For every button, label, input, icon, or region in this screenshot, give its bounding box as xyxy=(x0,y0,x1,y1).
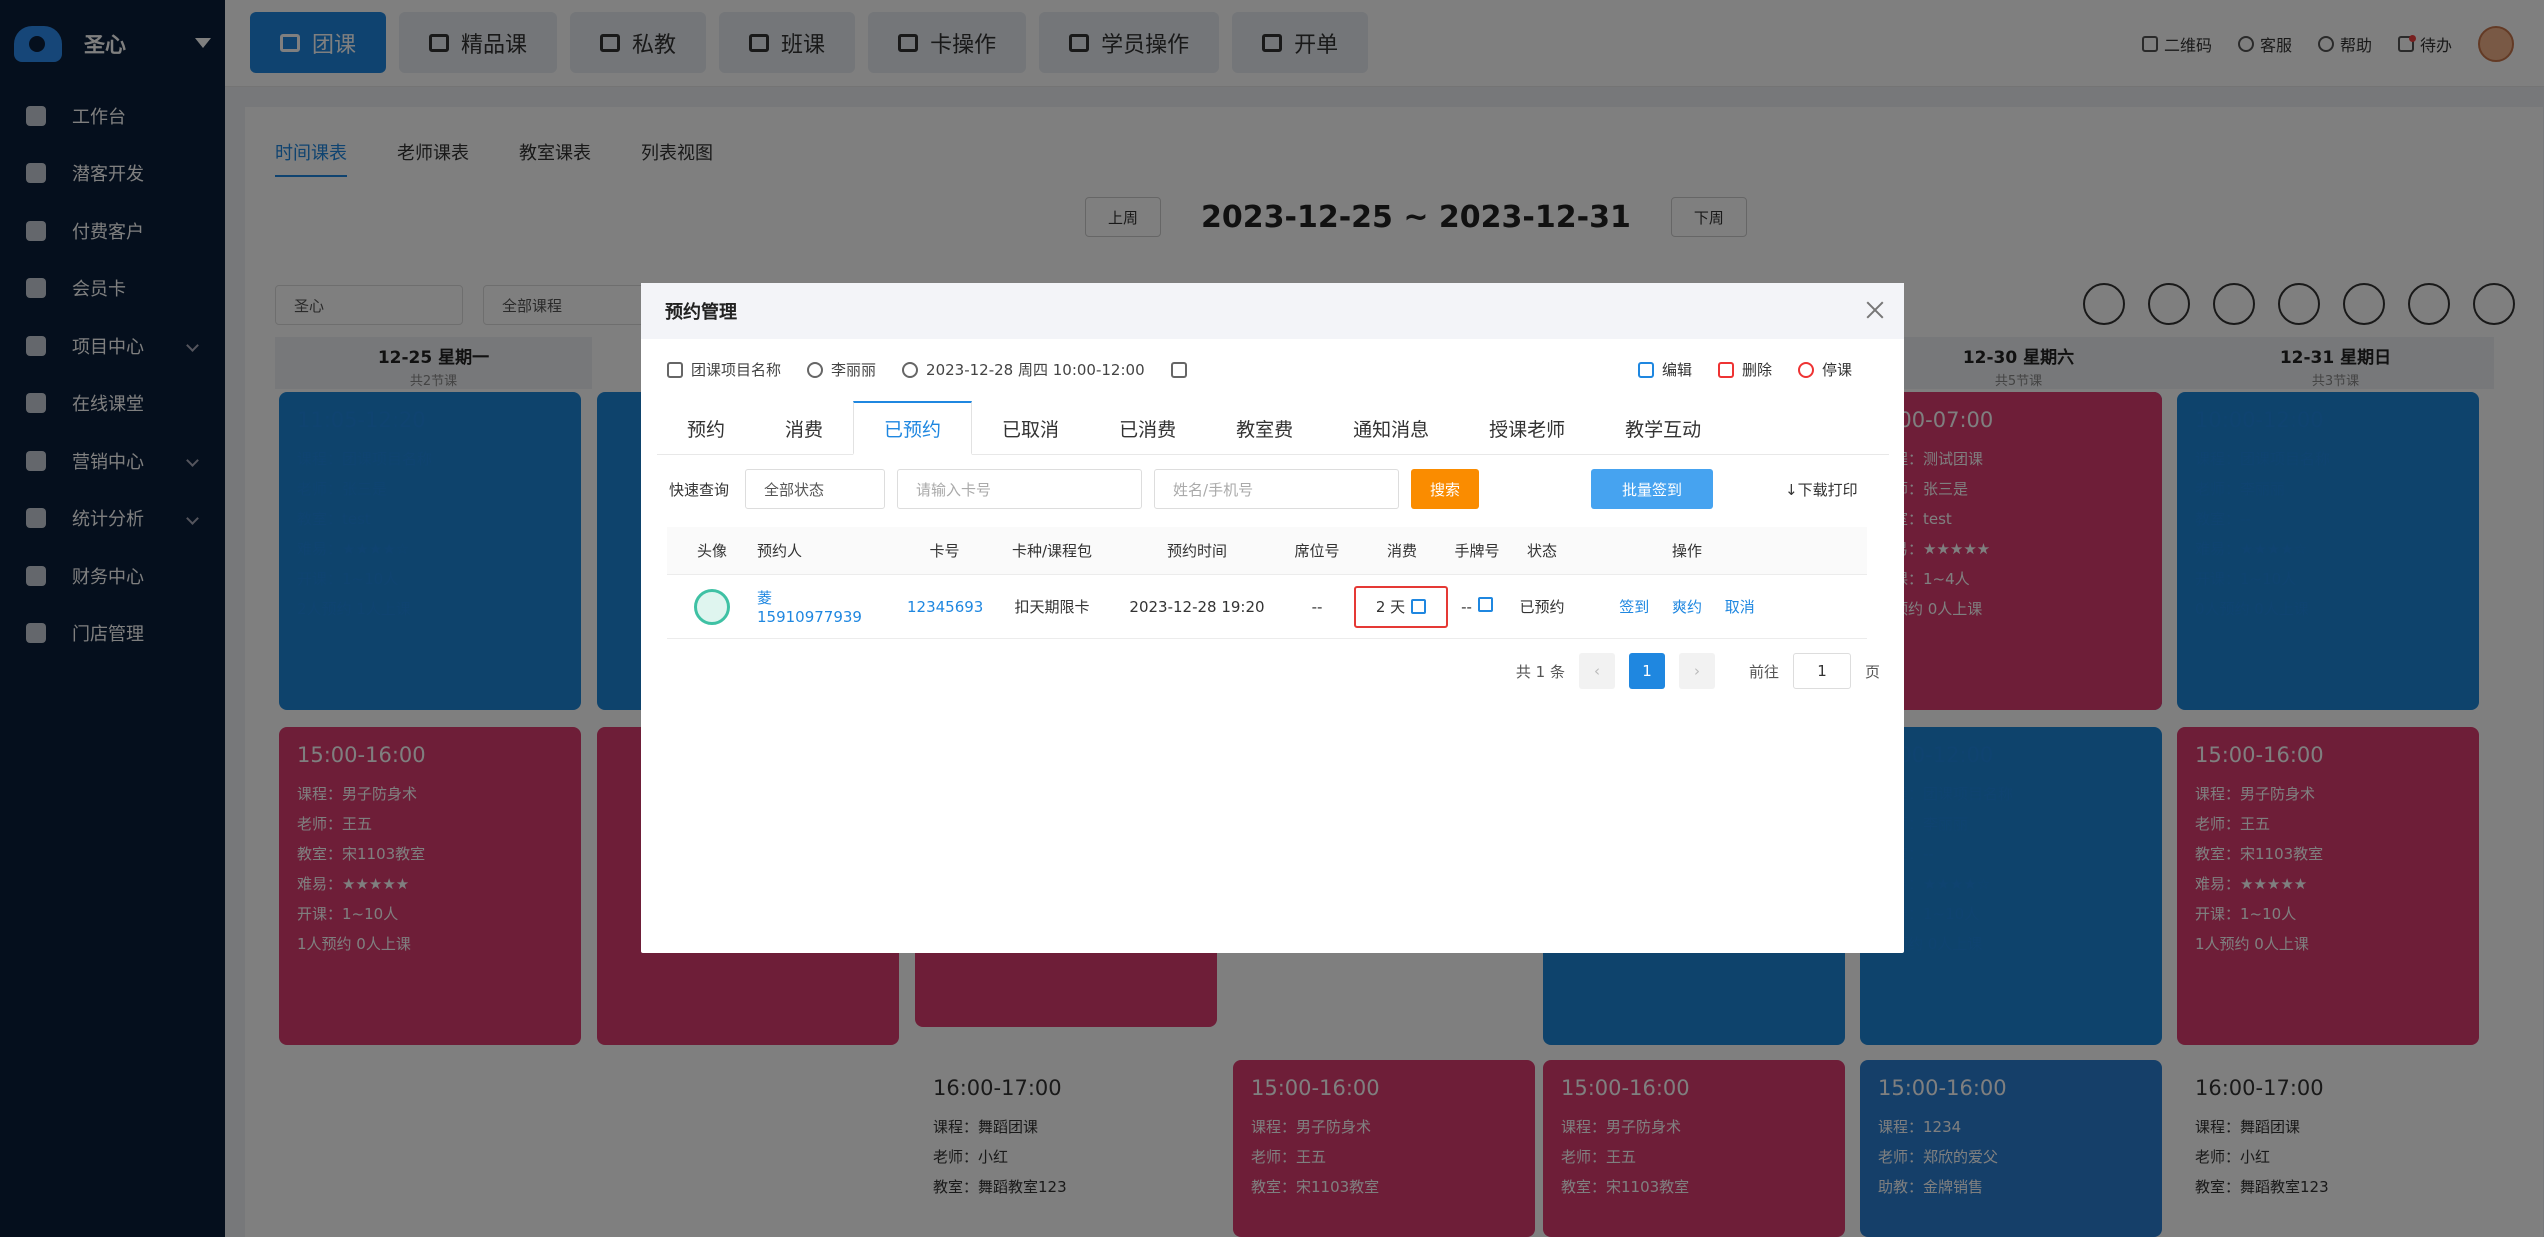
search-bar: 快速查询 全部状态 请输入卡号 姓名/手机号 搜索 批量签到 ↓下载打印 xyxy=(669,469,1879,509)
pagination: 共 1 条 ‹ 1 › 前往 1 页 xyxy=(1516,653,1880,689)
minus-circle-icon xyxy=(1797,361,1814,378)
download-icon: ↓ xyxy=(1785,480,1798,499)
user-icon xyxy=(807,361,824,378)
modal-tabs: 预约 消费 已预约 已取消 已消费 教室费 通知消息 授课老师 教学互动 xyxy=(657,401,1889,455)
card-type: 扣天期限卡 xyxy=(1014,598,1090,616)
page-jump-input[interactable]: 1 xyxy=(1792,653,1851,689)
teacher-name: 李丽丽 xyxy=(831,361,877,379)
total-count: 共 1 条 xyxy=(1515,662,1565,681)
tab-consume[interactable]: 消费 xyxy=(755,401,853,455)
consume-cell[interactable]: 2 天 xyxy=(1354,585,1448,628)
class-info: 团课项目名称 李丽丽 2023-12-28 周四 10:00-12:00 xyxy=(667,359,1187,380)
tab-interaction[interactable]: 教学互动 xyxy=(1595,401,1731,455)
edit-icon xyxy=(1637,361,1654,378)
tab-booked[interactable]: 已预约 xyxy=(853,401,973,455)
trash-icon xyxy=(1717,361,1734,378)
tab-teachers[interactable]: 授课老师 xyxy=(1459,401,1595,455)
seat-number: -- xyxy=(1311,597,1323,616)
quick-search-label: 快速查询 xyxy=(669,480,730,499)
no-show-link[interactable]: 爽约 xyxy=(1672,598,1702,616)
book-icon xyxy=(667,361,683,378)
booking-table: 头像 预约人 卡号 卡种/课程包 预约时间 席位号 消费 手牌号 状态 操作 菱… xyxy=(667,527,1867,639)
class-time: 2023-12-28 周四 10:00-12:00 xyxy=(926,361,1145,379)
table-row: 菱 15910977939 12345693 扣天期限卡 2023-12-28 1… xyxy=(667,575,1867,639)
booking-time: 2023-12-28 19:20 xyxy=(1129,597,1265,616)
checkin-link[interactable]: 签到 xyxy=(1619,598,1649,616)
tab-consumed[interactable]: 已消费 xyxy=(1089,401,1206,455)
download-print-button[interactable]: ↓下载打印 xyxy=(1785,479,1858,500)
prev-page-button[interactable]: ‹ xyxy=(1578,653,1615,689)
tab-cancelled[interactable]: 已取消 xyxy=(972,401,1089,455)
edit-icon[interactable] xyxy=(1477,597,1493,612)
edit-button[interactable]: 编辑 xyxy=(1637,359,1692,380)
name-phone-input[interactable]: 姓名/手机号 xyxy=(1154,469,1400,509)
tab-booking[interactable]: 预约 xyxy=(657,401,755,455)
next-page-button[interactable]: › xyxy=(1678,653,1715,689)
modal-title: 预约管理 xyxy=(665,302,737,323)
modal-actions: 编辑 删除 停课 xyxy=(1637,359,1852,380)
member-avatar xyxy=(694,588,730,625)
table-header: 头像 预约人 卡号 卡种/课程包 预约时间 席位号 消费 手牌号 状态 操作 xyxy=(667,527,1867,575)
row-actions: 签到 爽约 取消 xyxy=(1572,596,1802,617)
cancel-link[interactable]: 取消 xyxy=(1725,598,1755,616)
booker[interactable]: 菱 15910977939 xyxy=(757,587,907,626)
card-input[interactable]: 请输入卡号 xyxy=(897,469,1143,509)
clock-icon xyxy=(902,361,919,378)
course-name: 团课项目名称 xyxy=(691,361,782,379)
delete-button[interactable]: 删除 xyxy=(1717,359,1772,380)
hand-number: -- xyxy=(1442,597,1512,616)
stop-class-button[interactable]: 停课 xyxy=(1797,359,1852,380)
status-text: 已预约 xyxy=(1519,598,1565,616)
status-select[interactable]: 全部状态 xyxy=(745,469,886,509)
booking-modal: 预约管理 团课项目名称 李丽丽 2023-12-28 周四 10:00-12:0… xyxy=(641,283,1904,953)
door-icon xyxy=(1170,361,1187,378)
card-number[interactable]: 12345693 xyxy=(907,598,983,616)
page-1[interactable]: 1 xyxy=(1628,653,1665,689)
edit-icon[interactable] xyxy=(1411,599,1427,614)
tab-room-fee[interactable]: 教室费 xyxy=(1206,401,1323,455)
search-button[interactable]: 搜索 xyxy=(1411,469,1480,509)
modal-header: 预约管理 xyxy=(641,283,1904,339)
tab-notifications[interactable]: 通知消息 xyxy=(1323,401,1459,455)
batch-checkin-button[interactable]: 批量签到 xyxy=(1591,469,1714,509)
close-icon[interactable] xyxy=(1864,299,1886,321)
